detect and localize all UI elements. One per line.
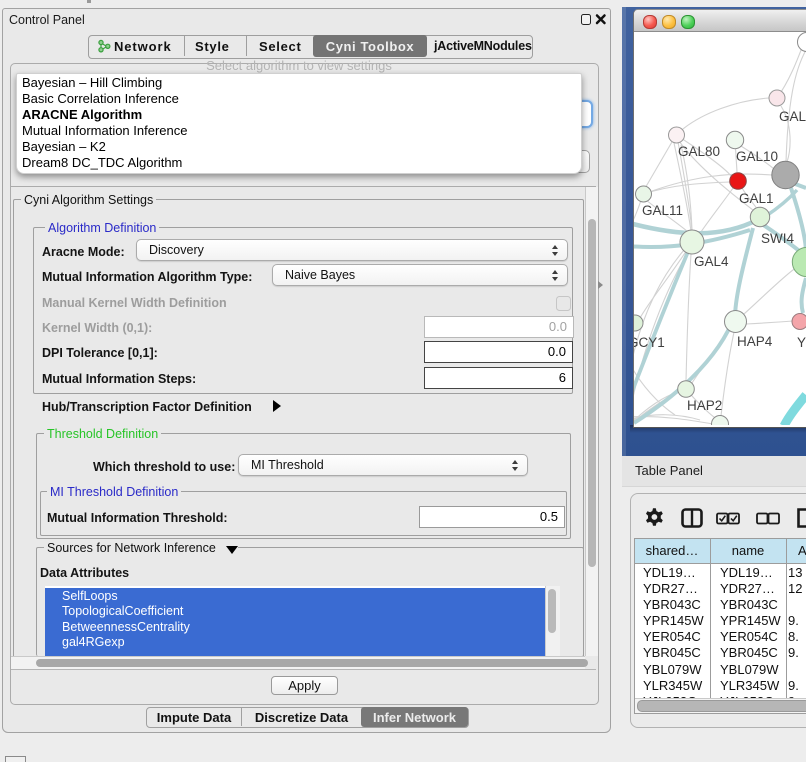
svg-text:HAP2: HAP2 xyxy=(687,398,722,413)
svg-text:Y: Y xyxy=(797,335,806,350)
svg-text:HAP4: HAP4 xyxy=(737,334,773,349)
svg-text:SWI4: SWI4 xyxy=(761,231,794,246)
svg-text:GAL4: GAL4 xyxy=(694,254,729,269)
svg-text:GCY1: GCY1 xyxy=(634,335,665,350)
svg-text:GAL1: GAL1 xyxy=(739,191,774,206)
svg-text:GAL11: GAL11 xyxy=(642,203,683,218)
svg-text:GAL2: GAL2 xyxy=(779,109,806,124)
svg-text:GAL10: GAL10 xyxy=(736,149,778,164)
svg-text:GAL80: GAL80 xyxy=(678,144,720,159)
